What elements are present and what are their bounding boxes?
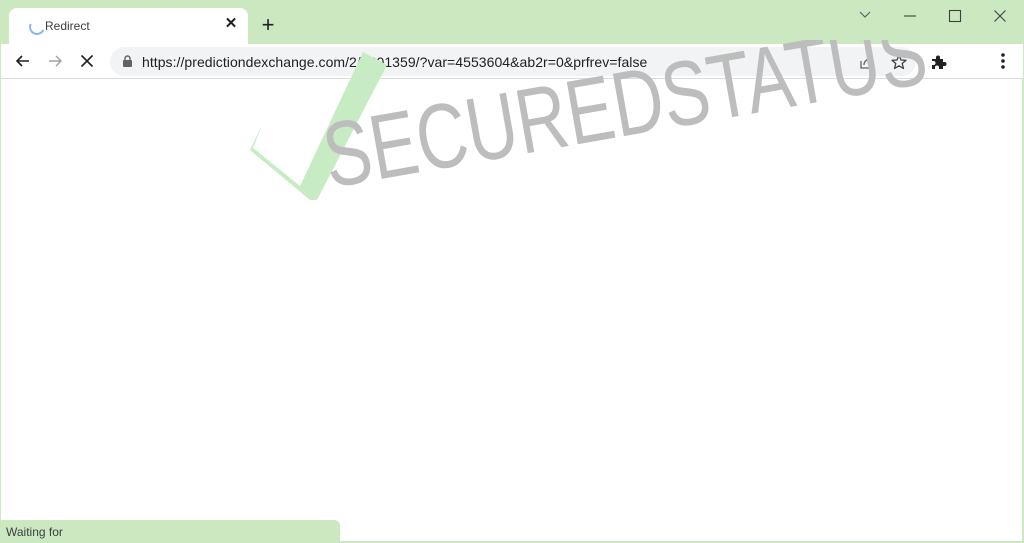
minimize-icon <box>904 15 916 17</box>
stop-loading-button[interactable] <box>75 49 99 73</box>
maximize-button[interactable] <box>932 4 978 28</box>
page-content <box>1 79 1022 541</box>
tab-search-button[interactable] <box>842 4 888 28</box>
minimize-button[interactable] <box>887 4 933 28</box>
chevron-down-icon <box>859 11 871 18</box>
new-tab-button[interactable]: + <box>256 13 280 37</box>
close-icon <box>994 10 1006 22</box>
back-arrow-icon <box>15 55 29 67</box>
maximize-icon <box>948 9 962 23</box>
lock-icon[interactable] <box>122 55 133 67</box>
tab-close-button[interactable]: ✕ <box>221 14 241 34</box>
browser-window: Redirect ✕ + https://predictiondexchange… <box>0 0 1024 543</box>
tab-strip: Redirect ✕ + <box>0 0 1024 44</box>
status-bubble: Waiting for <box>0 520 340 543</box>
profile-avatar[interactable] <box>959 50 981 72</box>
stop-icon <box>80 54 94 68</box>
address-bar[interactable]: https://predictiondexchange.com/2/360135… <box>110 47 916 76</box>
tab-title: Redirect <box>45 19 90 33</box>
url-text[interactable]: https://predictiondexchange.com/2/360135… <box>142 54 647 70</box>
forward-arrow-icon <box>49 55 62 67</box>
bookmark-star-icon[interactable] <box>889 52 909 72</box>
status-text: Waiting for <box>6 525 63 539</box>
share-icon[interactable] <box>857 52 877 72</box>
toolbar: https://predictiondexchange.com/2/360135… <box>0 44 1024 78</box>
forward-button[interactable] <box>43 49 67 73</box>
close-window-button[interactable] <box>977 4 1023 28</box>
back-button[interactable] <box>11 49 35 73</box>
extensions-puzzle-icon[interactable] <box>929 52 949 72</box>
more-menu-icon[interactable] <box>993 50 1013 72</box>
tab-redirect[interactable]: Redirect ✕ <box>9 8 248 44</box>
